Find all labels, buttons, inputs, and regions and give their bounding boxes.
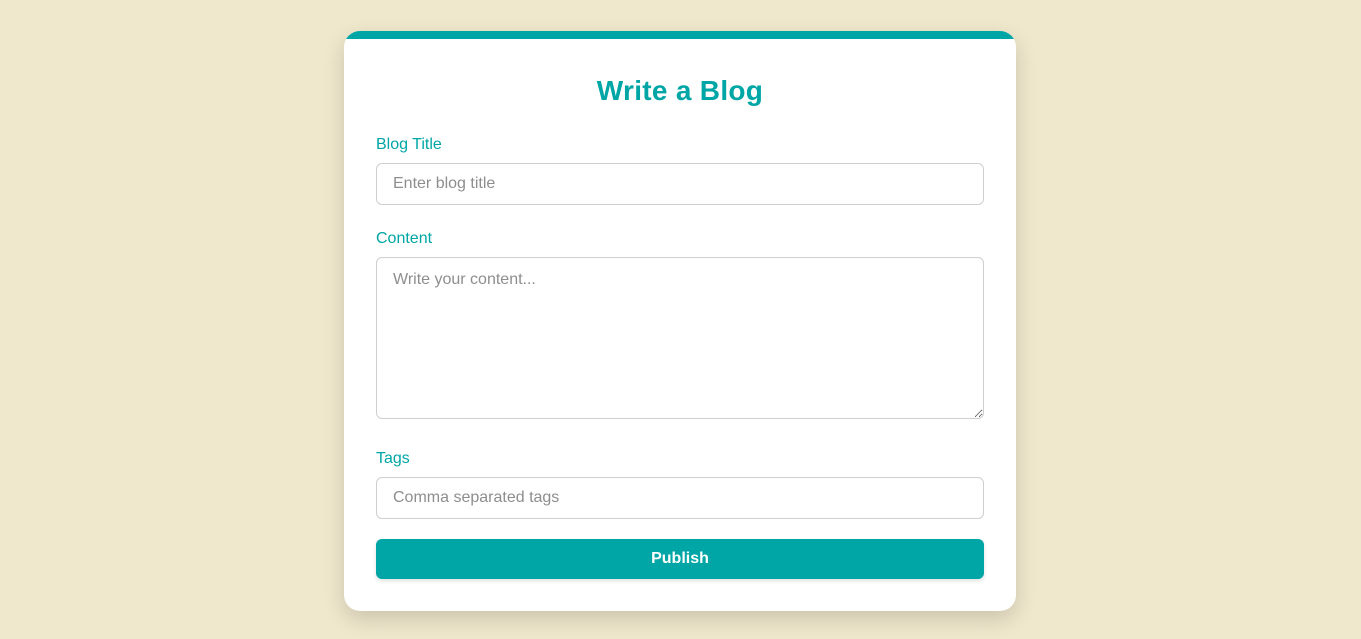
blog-title-input[interactable] xyxy=(376,163,984,205)
page-title: Write a Blog xyxy=(596,75,764,106)
card-accent-bar xyxy=(344,31,1016,39)
blog-form: Write a Blog Blog Title Content Tags Pub… xyxy=(376,39,984,611)
blog-form-card: Write a Blog Blog Title Content Tags Pub… xyxy=(344,31,1016,611)
tags-input[interactable] xyxy=(376,477,984,519)
blog-title-label: Blog Title xyxy=(376,136,442,153)
publish-button[interactable]: Publish xyxy=(376,539,984,579)
tags-label: Tags xyxy=(376,450,410,467)
content-textarea[interactable] xyxy=(376,257,984,419)
content-label: Content xyxy=(376,230,433,247)
